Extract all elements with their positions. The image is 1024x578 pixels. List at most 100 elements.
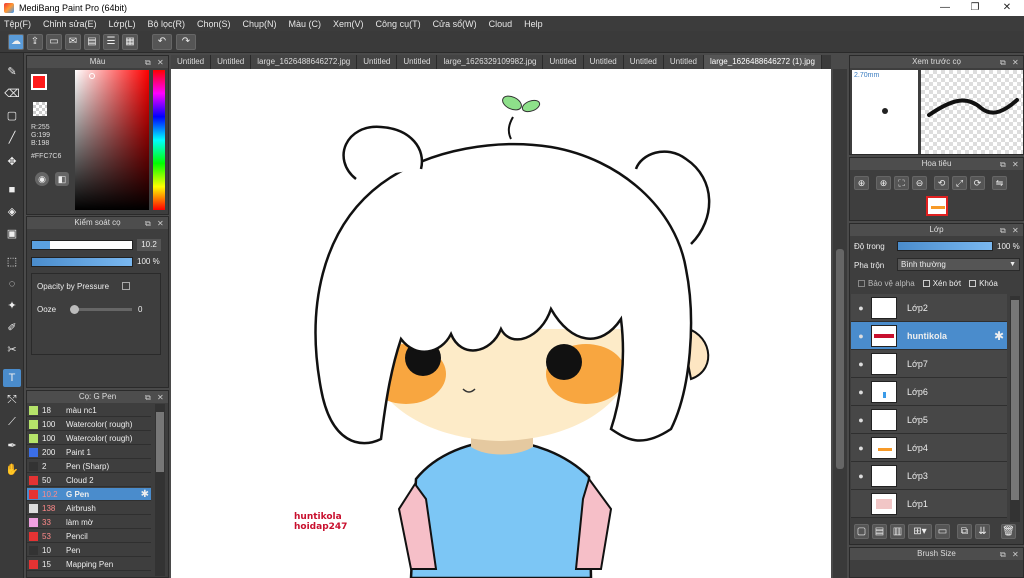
gear-icon[interactable]: ✱ [994,329,1004,343]
close-icon[interactable]: ✕ [992,0,1022,16]
tab-document-active[interactable]: large_1626488646272 (1).jpg [703,55,822,69]
visibility-icon[interactable]: ● [851,303,871,313]
menu-select[interactable]: Chọn(S) [197,19,231,29]
panel-close-icon[interactable]: ✕ [1012,549,1019,561]
zoom-in-icon[interactable]: ⊕ [854,176,869,190]
brush-item[interactable]: 53 Pencil [27,530,151,543]
redo-button[interactable]: ↷ [176,34,196,50]
visibility-icon[interactable]: ● [851,331,871,341]
flip-icon[interactable]: ⇋ [992,176,1007,190]
visibility-icon[interactable]: ● [851,471,871,481]
brush-item[interactable]: 100 Watercolor( rough) [27,432,151,445]
brush-item[interactable]: 100 Watercolor( rough) [27,418,151,431]
rotate-right-icon[interactable]: ⟳ [970,176,985,190]
saturation-value-picker[interactable] [75,70,149,210]
popout-icon[interactable]: ⧉ [1000,159,1006,171]
brush-tool-icon[interactable]: ✎ [3,63,21,81]
lock-checkbox[interactable] [969,280,977,287]
merge-layer-icon[interactable]: ⇊ [975,524,990,539]
fit-icon[interactable]: ⛶ [894,176,909,190]
select-eraser-icon[interactable]: ✂ [3,341,21,359]
brush-item[interactable]: 18 màu nc1 [27,404,151,417]
panel-close-icon[interactable]: ✕ [1012,225,1019,237]
gear-icon[interactable]: ✱ [141,489,149,500]
maximize-icon[interactable]: ❐ [960,0,990,16]
ooze-slider[interactable] [70,305,132,314]
visibility-icon[interactable]: ● [851,443,871,453]
brush-item[interactable]: 138 Airbrush [27,502,151,515]
line-tool-icon[interactable]: ╱ [3,129,21,147]
tab-document[interactable]: Untitled [171,55,212,69]
tab-document[interactable]: Untitled [211,55,252,69]
tab-document[interactable]: Untitled [397,55,438,69]
alpha-protect-checkbox[interactable] [858,280,865,287]
blend-mode-select[interactable]: Bình thường ▼ [897,258,1020,271]
popout-icon[interactable]: ⧉ [145,218,151,230]
menu-file[interactable]: Tệp(F) [4,19,31,29]
bucket-tool-icon[interactable]: ◈ [3,203,21,221]
brush-list-scrollbar[interactable] [155,404,165,576]
navigator-thumbnail[interactable] [926,196,948,216]
panel-close-icon[interactable]: ✕ [157,218,164,230]
new-layer-icon[interactable]: ▢ [854,524,869,539]
operation-tool-icon[interactable]: ⤲ [3,391,21,409]
layer-opacity-slider[interactable] [897,241,993,251]
add-layer-menu-icon[interactable]: ⊞▾ [908,524,932,539]
brush-item[interactable]: 10 Pen [27,544,151,557]
menu-filter[interactable]: Bộ lọc(R) [147,19,185,29]
comment-icon[interactable]: ▭ [46,34,62,50]
layer-item[interactable]: ● Lớp3 [851,462,1007,490]
layer-item[interactable]: ● Lớp6 [851,378,1007,406]
cloud-icon[interactable]: ☁ [8,34,24,50]
tab-document[interactable]: Untitled [357,55,398,69]
tab-document[interactable]: large_1626488646272.jpg [251,55,358,69]
text-tool-icon[interactable]: T [3,369,21,387]
tab-document[interactable]: Untitled [543,55,584,69]
lasso-icon[interactable]: ◌ [3,275,21,293]
menu-edit[interactable]: Chỉnh sửa(E) [43,19,97,29]
layer-list-scroll-thumb[interactable] [1011,300,1019,500]
grid-icon[interactable]: ▦ [122,34,138,50]
foreground-color-swatch[interactable] [31,74,47,90]
popout-icon[interactable]: ⧉ [145,392,151,404]
canvas-vertical-scrollbar[interactable] [833,69,847,578]
zoom-in-icon[interactable]: ⊕ [876,176,891,190]
eyedropper-icon[interactable]: ✒ [3,437,21,455]
canvas-scroll-thumb[interactable] [836,249,844,469]
menu-view[interactable]: Xem(V) [333,19,364,29]
brush-list-scroll-thumb[interactable] [156,412,164,472]
upload-icon[interactable]: ⇪ [27,34,43,50]
layer-item[interactable]: ● Lớp4 [851,434,1007,462]
popout-icon[interactable]: ⧉ [1000,225,1006,237]
visibility-icon[interactable]: ● [851,415,871,425]
brush-item-selected[interactable]: 10.2 G Pen ✱ [27,488,151,501]
layer-item[interactable]: Lớp1 [851,490,1007,518]
brush-size-value[interactable]: 10.2 [137,239,161,251]
tab-document[interactable]: large_1626329109982.jpg [437,55,544,69]
brush-item[interactable]: 2 Pen (Sharp) [27,460,151,473]
magic-wand-icon[interactable]: ✦ [3,297,21,315]
list-icon[interactable]: ☰ [103,34,119,50]
new-halftone-layer-icon[interactable]: ▤ [872,524,887,539]
brush-size-slider[interactable] [31,240,133,250]
palette-icon[interactable]: ◉ [35,172,49,186]
folder-icon[interactable]: ▭ [935,524,950,539]
rectangle-tool-icon[interactable]: ▢ [3,107,21,125]
transparent-color-swatch[interactable] [33,102,47,116]
select-rect-icon[interactable]: ⬚ [3,253,21,271]
move-tool-icon[interactable]: ✥ [3,153,21,171]
brush-item[interactable]: 33 làm mờ [27,516,151,529]
menu-color[interactable]: Màu (C) [289,19,322,29]
color-picker-icon[interactable]: ◧ [55,172,69,186]
hue-slider[interactable] [153,70,165,210]
fullscreen-icon[interactable]: ⤢ [952,176,967,190]
tab-document[interactable]: Untitled [623,55,664,69]
fill-shape-icon[interactable]: ■ [3,181,21,199]
undo-button[interactable]: ↶ [152,34,172,50]
menu-help[interactable]: Help [524,19,543,29]
minimize-icon[interactable]: — [930,0,960,16]
tab-document[interactable]: Untitled [583,55,624,69]
brush-item[interactable]: 15 Mapping Pen [27,558,151,571]
layer-item[interactable]: ● Lớp5 [851,406,1007,434]
layer-item-selected[interactable]: ● huntikola ✱ [851,322,1007,350]
